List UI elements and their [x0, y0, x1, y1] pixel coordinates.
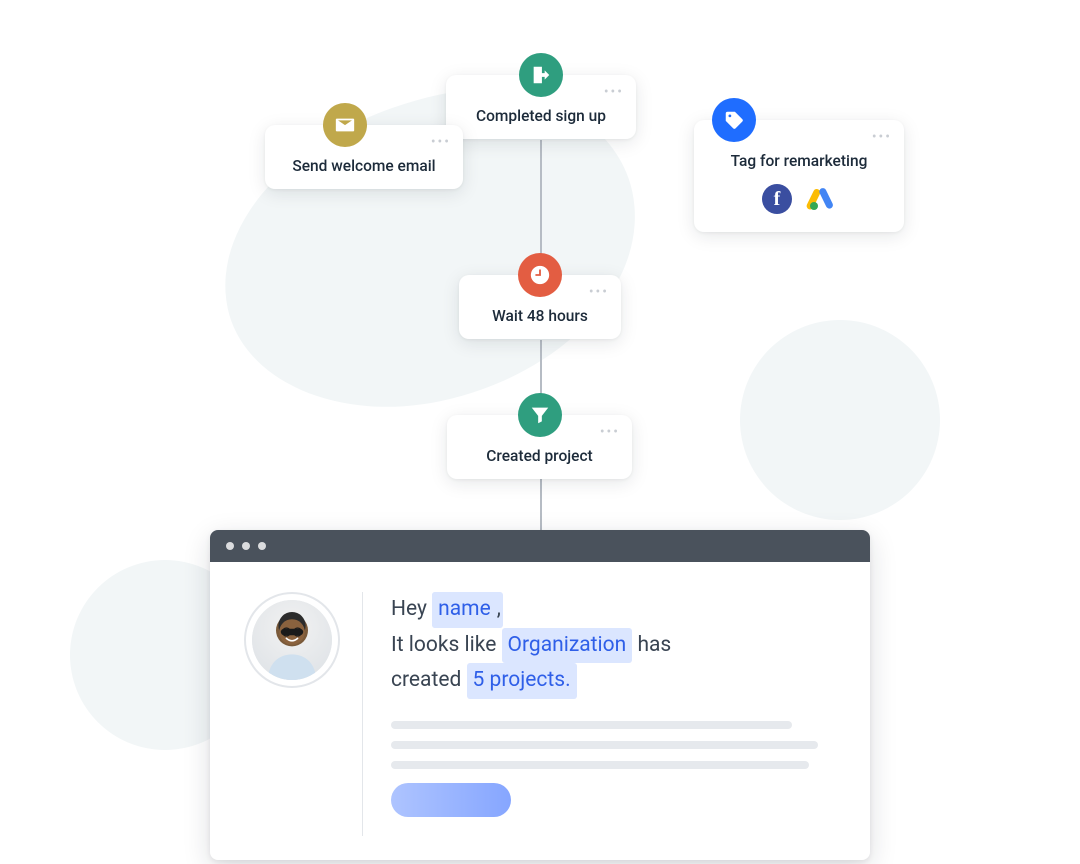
text: has: [632, 633, 671, 657]
message-line-1: Hey name,: [391, 592, 836, 628]
connector-line: [540, 470, 542, 530]
text: ,: [497, 597, 501, 621]
message-body: Hey name, It looks like Organization has…: [391, 592, 836, 836]
node-menu-icon[interactable]: •••: [600, 425, 620, 439]
avatar-image: [252, 600, 332, 680]
node-menu-icon[interactable]: •••: [872, 130, 892, 144]
facebook-icon: f: [762, 184, 792, 214]
tag-icon: [712, 98, 756, 142]
clock-icon: [518, 253, 562, 297]
node-menu-icon[interactable]: •••: [431, 135, 451, 149]
node-label: Wait 48 hours: [481, 307, 599, 325]
node-label: Tag for remarketing: [716, 152, 882, 170]
flow-node-trigger[interactable]: ••• Completed sign up: [446, 75, 636, 139]
diagram-stage: ••• Completed sign up ••• Send welcome e…: [0, 0, 1080, 864]
background-blob: [740, 320, 940, 520]
flow-node-wait[interactable]: ••• Wait 48 hours: [459, 275, 621, 339]
connector-line: [540, 140, 542, 270]
text: It looks like: [391, 633, 502, 657]
merge-tag-organization[interactable]: Organization: [502, 628, 633, 664]
flow-node-send-email[interactable]: ••• Send welcome email: [265, 125, 463, 189]
node-label: Created project: [469, 447, 610, 465]
node-label: Send welcome email: [287, 157, 441, 175]
placeholder-line: [391, 741, 818, 749]
message-line-3: created 5 projects.: [391, 663, 836, 699]
text: Hey: [391, 597, 432, 621]
placeholder-lines: [391, 721, 836, 769]
google-ads-icon: [806, 184, 836, 214]
window-dot: [242, 542, 250, 550]
node-menu-icon[interactable]: •••: [589, 285, 609, 299]
message-line-2: It looks like Organization has: [391, 628, 836, 664]
avatar: [244, 592, 340, 688]
flow-node-tag-remarketing[interactable]: ••• Tag for remarketing f: [694, 120, 904, 232]
flow-node-filter[interactable]: ••• Created project: [447, 415, 632, 479]
message-preview-window: Hey name, It looks like Organization has…: [210, 530, 870, 860]
window-dot: [226, 542, 234, 550]
text: created: [391, 668, 467, 692]
node-menu-icon[interactable]: •••: [604, 85, 624, 99]
node-label: Completed sign up: [468, 107, 614, 125]
brand-row: f: [716, 184, 882, 214]
mail-icon: [323, 103, 367, 147]
merge-tag-project-count[interactable]: 5 projects.: [467, 663, 577, 699]
vertical-divider: [362, 592, 363, 836]
merge-tag-name[interactable]: name: [432, 592, 497, 628]
window-titlebar: [210, 530, 870, 562]
cta-button-placeholder[interactable]: [391, 783, 511, 817]
placeholder-line: [391, 761, 809, 769]
window-dot: [258, 542, 266, 550]
funnel-icon: [518, 393, 562, 437]
door-icon: [519, 53, 563, 97]
placeholder-line: [391, 721, 792, 729]
